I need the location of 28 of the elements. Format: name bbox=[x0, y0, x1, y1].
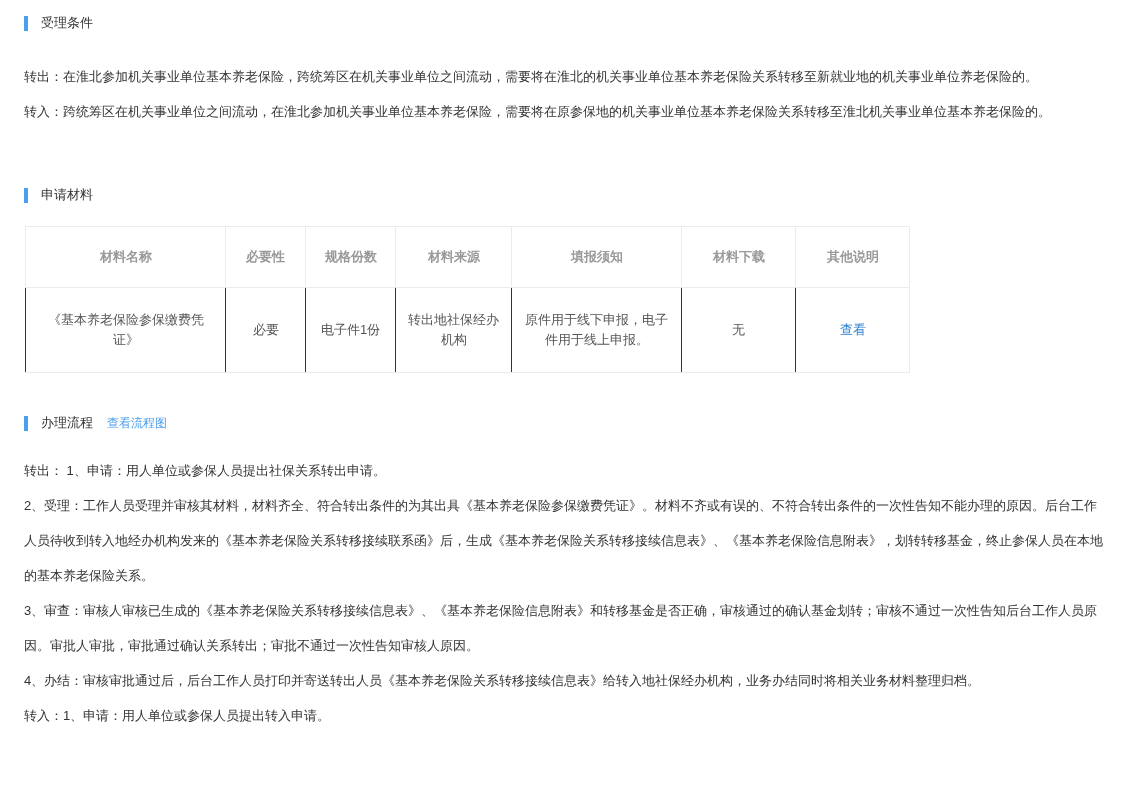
paragraph: 2、受理：工作人员受理并审核其材料，材料齐全、符合转出条件的为其出具《基本养老保险参保缴费凭证》。材料不齐或有误的、不符合转出条件的一次性告知不能办理的原因。后台工作人员待收到转入地经办机构发来的《基本养老保险关系转移接续联系函》后，生成《基本养老保险关系转移接续信息表》、《基本养老保险信息附表》，划转转移基金，终止参保人员在本地的基本养老保险关系。 bbox=[24, 497, 1104, 585]
column-header: 材料来源 bbox=[395, 226, 512, 288]
paragraph: 4、办结：审核审批通过后，后台工作人员打印并寄送转出人员《基本养老保险关系转移接续信息表》给转入地社保经办机构，业务办结同时将相关业务材料整理归档。 bbox=[24, 672, 982, 690]
paragraph: 转入：1、申请：用人单位或参保人员提出转入申请。 bbox=[24, 707, 332, 725]
section-marker bbox=[24, 415, 28, 431]
table-cell: 原件用于线下申报，电子件用于线上申报。 bbox=[511, 287, 682, 373]
table-cell: 无 bbox=[681, 287, 796, 373]
view-link[interactable]: 查看 bbox=[839, 322, 866, 338]
section-title: 申请材料 bbox=[41, 186, 93, 205]
table-cell: 必要 bbox=[225, 287, 306, 373]
flowchart-link[interactable]: 查看流程图 bbox=[107, 414, 167, 432]
column-header: 填报须知 bbox=[511, 226, 682, 288]
column-header: 必要性 bbox=[225, 226, 306, 288]
column-header: 规格份数 bbox=[305, 226, 396, 288]
section-marker bbox=[24, 15, 28, 31]
section-title: 受理条件 bbox=[41, 14, 93, 33]
table-cell: 转出地社保经办机构 bbox=[395, 287, 512, 373]
table-cell: 电子件1份 bbox=[305, 287, 396, 373]
section-marker bbox=[24, 187, 28, 203]
paragraph: 转入：跨统筹区在机关事业单位之间流动，在淮北参加机关事业单位基本养老保险，需要将在原参保地的机关事业单位基本养老保险关系转移至淮北机关事业单位基本养老保险的。 bbox=[24, 103, 1052, 121]
paragraph: 3、审查：审核人审核已生成的《基本养老保险关系转移接续信息表》、《基本养老保险信息附表》和转移基金是否正确，审核通过的确认基金划转；审核不通过一次性告知后台工作人员原因。审批人审批，审批通过确认关系转出；审批不通过一次性告知审核人原因。 bbox=[24, 602, 1099, 655]
section-title: 办理流程 bbox=[41, 414, 93, 433]
paragraph: 转出：在淮北参加机关事业单位基本养老保险，跨统筹区在机关事业单位之间流动，需要将在淮北的机关事业单位基本养老保险关系转移至新就业地的机关事业单位养老保险的。 bbox=[24, 68, 1039, 86]
paragraph: 转出： 1、申请：用人单位或参保人员提出社保关系转出申请。 bbox=[24, 462, 387, 480]
column-header: 材料下载 bbox=[681, 226, 796, 288]
column-header: 其他说明 bbox=[795, 226, 910, 288]
column-header: 材料名称 bbox=[25, 226, 226, 288]
table-cell: 《基本养老保险参保缴费凭证》 bbox=[25, 287, 226, 373]
